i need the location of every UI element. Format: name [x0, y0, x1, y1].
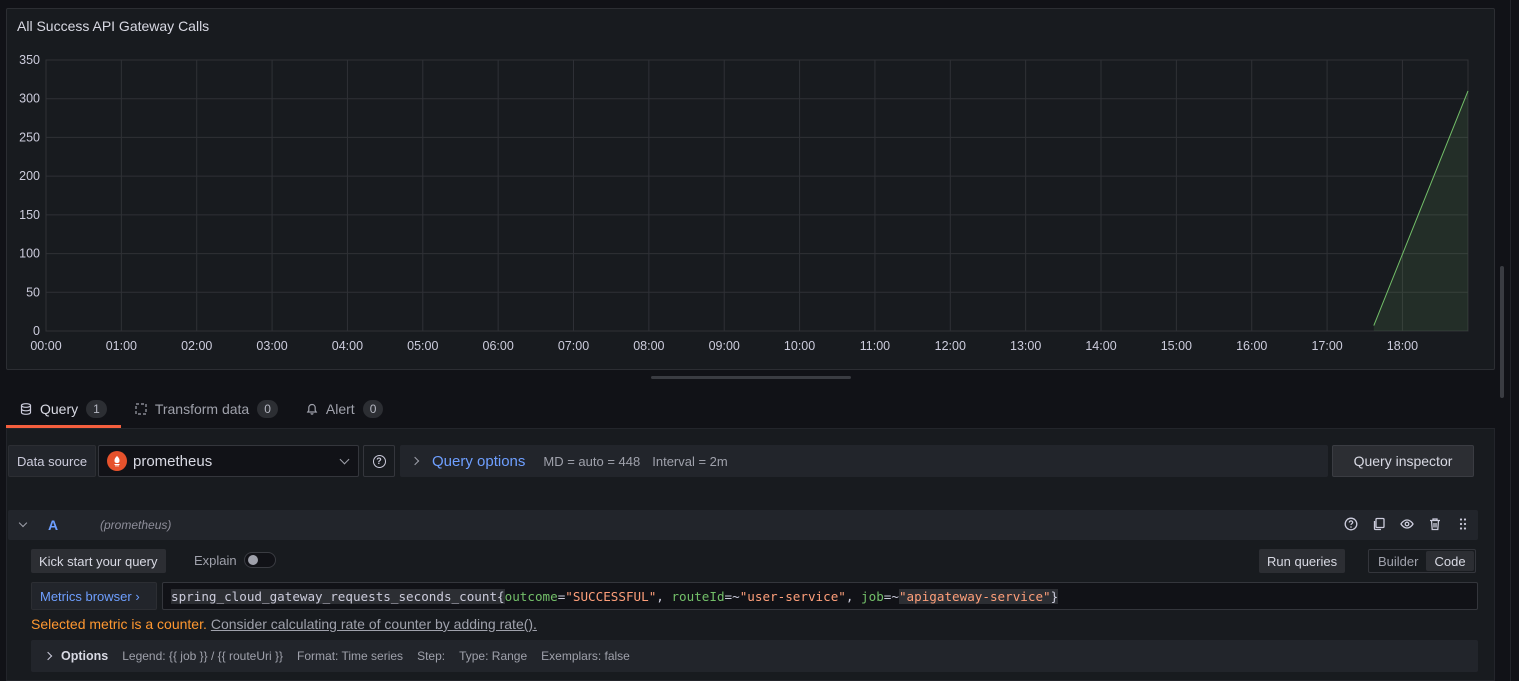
- y-tick-label: 150: [19, 208, 40, 222]
- x-tick-label: 09:00: [709, 339, 740, 353]
- code-label-2: routeId: [671, 588, 725, 604]
- query-options-title: Query options: [432, 452, 526, 470]
- datasource-label: Data source: [8, 445, 97, 477]
- duplicate-icon[interactable]: [1372, 517, 1386, 531]
- help-icon[interactable]: [1344, 517, 1358, 531]
- query-options-interval: Interval = 2m: [652, 453, 728, 469]
- pane-divider: [1510, 0, 1511, 681]
- code-label-3: job: [861, 588, 884, 604]
- database-icon: [20, 402, 32, 415]
- mode-code-button[interactable]: Code: [1426, 551, 1474, 571]
- plot-frame: [45, 59, 1469, 332]
- x-tick-label: 03:00: [256, 339, 287, 353]
- option-exemplars: Exemplars: false: [541, 649, 630, 663]
- y-tick-label: 250: [19, 130, 40, 144]
- x-tick-label: 16:00: [1236, 339, 1267, 353]
- warning-text: Selected metric is a counter.: [31, 616, 207, 632]
- x-tick-label: 18:00: [1387, 339, 1418, 353]
- x-tick-label: 12:00: [935, 339, 966, 353]
- toggle-knob: [248, 555, 258, 565]
- explain-label: Explain: [194, 553, 237, 568]
- x-tick-label: 02:00: [181, 339, 212, 353]
- editor-tabs: Query 1 Transform data 0 Alert 0: [6, 392, 397, 428]
- metrics-browser-button[interactable]: Metrics browser ›: [31, 582, 157, 610]
- x-tick-label: 05:00: [407, 339, 438, 353]
- y-tick-label: 350: [19, 53, 40, 67]
- drag-handle-icon[interactable]: [1456, 517, 1470, 531]
- scrollbar[interactable]: [1500, 266, 1504, 398]
- tab-query[interactable]: Query 1: [6, 392, 121, 428]
- x-tick-label: 11:00: [860, 339, 890, 353]
- counter-warning: Selected metric is a counter. Consider ca…: [31, 616, 537, 632]
- query-options-bar[interactable]: Query options MD = auto = 448 Interval =…: [400, 445, 1328, 477]
- x-tick-label: 08:00: [633, 339, 664, 353]
- tab-transform-count: 0: [257, 400, 278, 418]
- tab-query-label: Query: [40, 400, 79, 417]
- option-step: Step:: [417, 649, 446, 663]
- transform-icon: [135, 403, 147, 415]
- query-row-header[interactable]: A (prometheus): [8, 510, 1478, 540]
- tab-transform[interactable]: Transform data 0: [121, 392, 292, 426]
- x-tick-label: 17:00: [1311, 339, 1342, 353]
- kick-start-button[interactable]: Kick start your query: [31, 549, 166, 573]
- y-tick-label: 0: [33, 324, 40, 338]
- mode-builder-button[interactable]: Builder: [1370, 551, 1426, 571]
- code-value-2: "user-service": [739, 588, 846, 604]
- bell-icon: [306, 403, 318, 415]
- y-tick-label: 50: [26, 285, 40, 299]
- eye-icon[interactable]: [1400, 517, 1414, 531]
- x-tick-label: 00:00: [30, 339, 61, 353]
- graph-panel: 0 50 100 150 200 250 300 350 00:00 01:00 02:00 03:0…: [6, 8, 1495, 370]
- option-format: Format: Time series: [297, 649, 404, 663]
- trash-icon[interactable]: [1428, 517, 1442, 531]
- tab-alert-count: 0: [362, 400, 384, 418]
- query-ref-id[interactable]: A: [48, 517, 58, 533]
- collapse-chevron-icon[interactable]: [18, 518, 28, 528]
- panel-resize-handle[interactable]: [651, 376, 851, 379]
- x-tick-label: 04:00: [332, 339, 363, 353]
- datasource-value: prometheus: [133, 452, 213, 470]
- code-metric-name: spring_cloud_gateway_requests_seconds_co…: [171, 588, 498, 604]
- tab-transform-label: Transform data: [154, 401, 250, 417]
- code-metric: spring_cloud_gateway_requests_seconds_co…: [171, 588, 498, 604]
- query-datasource-name: (prometheus): [100, 518, 172, 532]
- code-value-1: "SUCCESSFUL": [565, 588, 657, 604]
- y-tick-label: 200: [19, 169, 40, 183]
- y-tick-label: 100: [19, 247, 40, 261]
- promql-code-input[interactable]: spring_cloud_gateway_requests_seconds_co…: [162, 582, 1478, 610]
- datasource-help-button[interactable]: ?: [363, 445, 395, 477]
- tab-alert[interactable]: Alert 0: [292, 392, 397, 426]
- editor-mode-switch: Builder Code: [1368, 549, 1476, 573]
- datasource-select[interactable]: prometheus: [98, 445, 359, 477]
- panel-title: All Success API Gateway Calls: [17, 18, 210, 34]
- code-value-3: "apigateway-service": [898, 588, 1051, 604]
- chevron-down-icon: [339, 454, 350, 465]
- tab-query-count: 1: [86, 399, 107, 418]
- query-options-row[interactable]: Options Legend: {{ job }} / {{ routeUri …: [31, 640, 1478, 672]
- x-tick-label: 07:00: [558, 339, 589, 353]
- x-tick-label: 01:00: [106, 339, 137, 353]
- explain-toggle[interactable]: [244, 552, 276, 568]
- query-row-actions: [1344, 517, 1470, 531]
- option-legend: Legend: {{ job }} / {{ routeUri }}: [122, 649, 284, 663]
- prometheus-logo-icon: [107, 451, 127, 471]
- warning-link[interactable]: Consider calculating rate of counter by …: [211, 616, 537, 632]
- chevron-right-icon: [410, 456, 420, 466]
- run-queries-button[interactable]: Run queries: [1259, 549, 1346, 573]
- option-type: Type: Range: [459, 649, 528, 663]
- x-tick-label: 06:00: [483, 339, 514, 353]
- x-tick-label: 13:00: [1010, 339, 1041, 353]
- time-series-chart: 0 50 100 150 200 250 300 350 00:00 01:00 02:00 03:0…: [19, 53, 1469, 353]
- query-inspector-button[interactable]: Query inspector: [1332, 445, 1474, 477]
- code-label-1: outcome: [504, 588, 558, 604]
- options-label: Options: [61, 649, 109, 663]
- chevron-right-icon: [43, 651, 53, 661]
- help-icon: ?: [372, 454, 386, 468]
- query-options-md: MD = auto = 448: [543, 453, 641, 469]
- x-tick-label: 14:00: [1085, 339, 1116, 353]
- tab-alert-label: Alert: [325, 401, 355, 417]
- x-tick-label: 10:00: [784, 339, 815, 353]
- x-tick-label: 15:00: [1161, 339, 1192, 353]
- y-tick-label: 300: [19, 92, 40, 106]
